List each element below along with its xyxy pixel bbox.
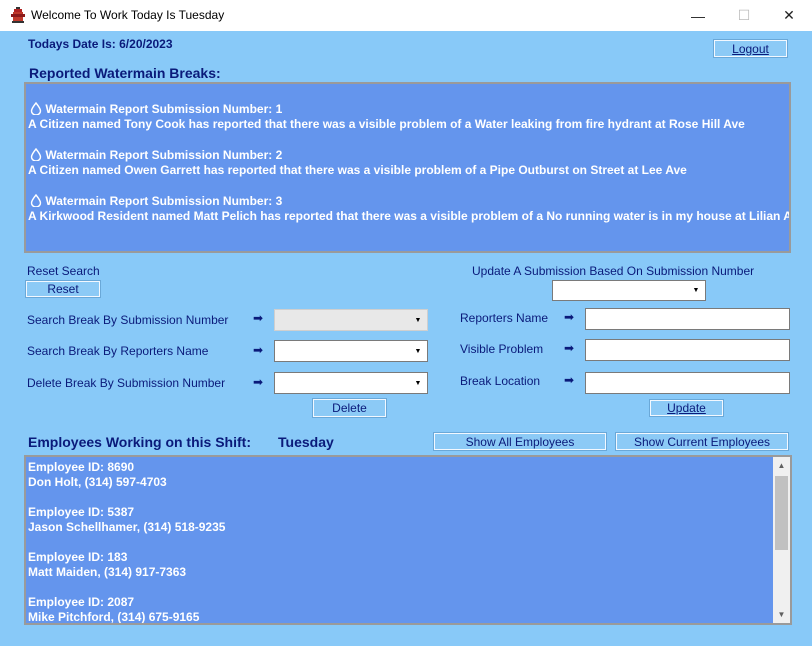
arrow-right-icon: ➡ [253, 375, 264, 389]
update-button[interactable]: Update [650, 400, 723, 416]
search-number-dropdown[interactable]: ▼ [274, 309, 428, 331]
break-location-input[interactable] [585, 372, 790, 394]
show-current-employees-label: Show Current Employees [633, 434, 771, 449]
title-bar: Welcome To Work Today Is Tuesday — ☐ ✕ [0, 0, 812, 31]
chevron-down-icon: ▼ [692, 287, 700, 294]
arrow-right-icon: ➡ [253, 311, 264, 325]
search-by-name-label: Search Break By Reporters Name [27, 344, 209, 358]
logout-button[interactable]: Logout [714, 40, 787, 57]
report-item: Watermain Report Submission Number: 2 A … [28, 147, 789, 178]
chevron-down-icon: ▼ [414, 316, 422, 324]
reset-search-label: Reset Search [27, 264, 100, 278]
employees-list-panel[interactable]: Employee ID: 8690 Don Holt, (314) 597-47… [24, 455, 792, 625]
reset-button[interactable]: Reset [26, 281, 100, 297]
water-drop-icon [30, 193, 42, 208]
scroll-up-icon[interactable]: ▲ [773, 457, 790, 474]
report-title: Watermain Report Submission Number: 2 [45, 148, 283, 162]
visible-problem-label: Visible Problem [460, 342, 544, 356]
update-number-dropdown[interactable]: ▼ [552, 280, 706, 301]
report-text: A Citizen named Owen Garrett has reporte… [28, 163, 687, 177]
reported-breaks-panel: Watermain Report Submission Number: 1 A … [24, 82, 791, 253]
break-location-label: Break Location [460, 374, 541, 388]
employee-contact: Don Holt, (314) 597-4703 [28, 475, 167, 489]
chevron-down-icon: ▼ [414, 379, 422, 387]
employee-id: Employee ID: 183 [28, 550, 128, 564]
report-title: Watermain Report Submission Number: 1 [45, 102, 283, 116]
report-item: Watermain Report Submission Number: 3 A … [28, 193, 791, 224]
water-drop-icon [30, 147, 42, 162]
arrow-right-icon: ➡ [564, 341, 575, 355]
employee-contact: Mike Pitchford, (314) 675-9165 [28, 610, 200, 624]
employee-contact: Matt Maiden, (314) 917-7363 [28, 565, 187, 579]
fire-hydrant-icon [11, 7, 25, 23]
window-title: Welcome To Work Today Is Tuesday [31, 8, 225, 22]
employee-contact: Jason Schellhamer, (314) 518-9235 [28, 520, 226, 534]
update-heading: Update A Submission Based On Submission … [472, 264, 755, 278]
show-current-employees-button[interactable]: Show Current Employees [616, 433, 788, 450]
search-by-number-label: Search Break By Submission Number [27, 313, 229, 327]
employee-id: Employee ID: 2087 [28, 595, 135, 609]
maximize-button[interactable]: ☐ [721, 0, 767, 31]
reporters-name-input[interactable] [585, 308, 790, 330]
show-all-employees-label: Show All Employees [465, 434, 575, 449]
employee-id: Employee ID: 8690 [28, 460, 135, 474]
employee-id: Employee ID: 5387 [28, 505, 135, 519]
delete-number-dropdown[interactable]: ▼ [274, 372, 428, 394]
report-text: A Kirkwood Resident named Matt Pelich ha… [28, 209, 791, 223]
report-title: Watermain Report Submission Number: 3 [45, 194, 283, 208]
search-name-dropdown[interactable]: ▼ [274, 340, 428, 362]
update-button-label: Update [667, 401, 706, 415]
employees-heading: Employees Working on this Shift: [28, 434, 251, 450]
shift-day: Tuesday [278, 434, 334, 450]
arrow-right-icon: ➡ [253, 343, 264, 357]
water-drop-icon [30, 101, 42, 116]
scroll-thumb[interactable] [775, 476, 788, 550]
arrow-right-icon: ➡ [564, 373, 575, 387]
delete-button[interactable]: Delete [313, 399, 386, 417]
employee-entry: Employee ID: 183 Matt Maiden, (314) 917-… [28, 550, 790, 580]
logout-button-label: Logout [732, 41, 769, 56]
show-all-employees-button[interactable]: Show All Employees [434, 433, 606, 450]
arrow-right-icon: ➡ [564, 310, 575, 324]
employee-entry: Employee ID: 5387 Jason Schellhamer, (31… [28, 505, 790, 535]
reported-breaks-heading: Reported Watermain Breaks: [29, 65, 221, 81]
chevron-down-icon: ▼ [414, 347, 422, 355]
todays-date-label: Todays Date Is: 6/20/2023 [28, 37, 173, 51]
delete-by-number-label: Delete Break By Submission Number [27, 376, 226, 390]
employee-entry: Employee ID: 8690 Don Holt, (314) 597-47… [28, 460, 790, 490]
minimize-button[interactable]: — [675, 0, 721, 31]
reporters-name-label: Reporters Name [460, 311, 549, 325]
scroll-down-icon[interactable]: ▼ [773, 606, 790, 623]
report-text: A Citizen named Tony Cook has reported t… [28, 117, 745, 131]
report-item: Watermain Report Submission Number: 1 A … [28, 101, 789, 132]
close-button[interactable]: ✕ [766, 0, 812, 31]
visible-problem-input[interactable] [585, 339, 790, 361]
employees-scrollbar[interactable]: ▲ ▼ [773, 457, 790, 623]
employee-entry: Employee ID: 2087 Mike Pitchford, (314) … [28, 595, 790, 624]
